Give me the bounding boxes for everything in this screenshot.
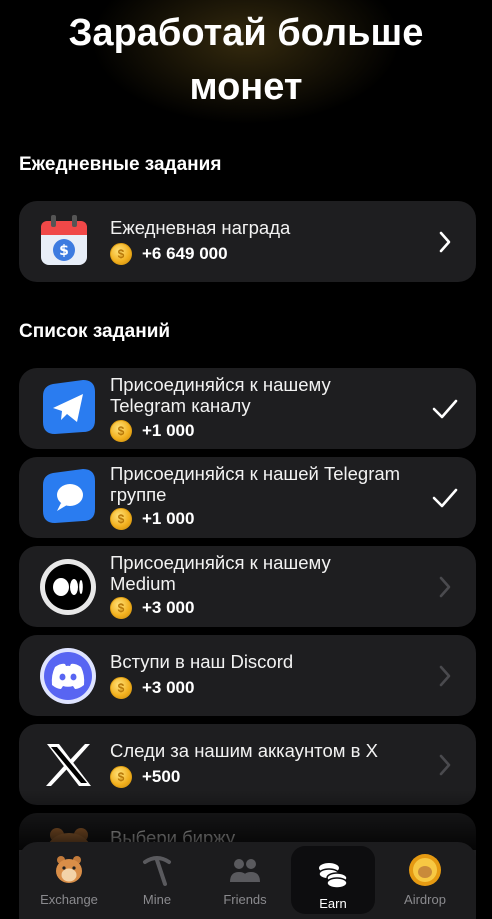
daily-reward-amount: $ +6 649 000 (110, 241, 228, 267)
pickaxe-icon (139, 852, 175, 888)
task-telegram-channel[interactable]: Присоединяйся к нашему Telegram каналу $… (19, 368, 476, 449)
task-title: Присоединяйся к нашему Telegram каналу (110, 374, 331, 416)
coin-icon: $ (110, 243, 132, 265)
task-reward: $ +3 000 (110, 595, 194, 621)
tasks-section-title: Список заданий (19, 321, 171, 342)
chevron-right-icon (430, 227, 460, 257)
task-reward: $ +1 000 (110, 506, 194, 532)
chevron-right-icon (430, 750, 460, 780)
checkmark-icon (430, 394, 460, 424)
coins-icon (315, 856, 351, 892)
daily-reward-card[interactable]: $ Ежедневная награда $ +6 649 000 (19, 201, 476, 282)
bottom-tab-bar: Exchange Mine Friends Earn Airdrop (19, 842, 476, 919)
medium-icon (37, 554, 103, 620)
calendar-dollar-icon: $ (37, 209, 103, 275)
daily-reward-title: Ежедневная награда (110, 217, 291, 238)
tab-airdrop[interactable]: Airdrop (383, 842, 467, 919)
x-icon (37, 732, 103, 798)
task-title: Присоединяйся к нашему Medium (110, 552, 331, 594)
page-title: Заработай больше монет (68, 12, 424, 108)
tab-earn[interactable]: Earn (291, 846, 375, 914)
coin-icon: $ (110, 766, 132, 788)
task-reward: $ +3 000 (110, 675, 194, 701)
airdrop-coin-icon (407, 852, 443, 888)
task-x[interactable]: Следи за нашим аккаунтом в X $ +500 (19, 724, 476, 805)
tab-exchange[interactable]: Exchange (27, 842, 111, 919)
checkmark-icon (430, 483, 460, 513)
daily-section-title: Ежедневные задания (19, 154, 222, 175)
task-medium[interactable]: Присоединяйся к нашему Medium $ +3 000 (19, 546, 476, 627)
task-title: Вступи в наш Discord (110, 651, 294, 672)
coin-icon: $ (110, 677, 132, 699)
task-reward: $ +500 (110, 764, 180, 790)
coin-icon: $ (110, 597, 132, 619)
task-reward: $ +1 000 (110, 418, 194, 444)
friends-icon (227, 852, 263, 888)
task-discord[interactable]: Вступи в наш Discord $ +3 000 (19, 635, 476, 716)
svg-text:$: $ (59, 243, 69, 259)
coin-icon: $ (110, 420, 132, 442)
discord-icon (37, 643, 103, 709)
telegram-group-icon (37, 465, 103, 531)
task-title: Присоединяйся к нашей Telegram группе (110, 463, 401, 505)
chevron-right-icon (430, 572, 460, 602)
task-title: Следи за нашим аккаунтом в X (110, 740, 378, 761)
hamster-icon (51, 852, 87, 888)
chevron-right-icon (430, 661, 460, 691)
task-telegram-group[interactable]: Присоединяйся к нашей Telegram группе $ … (19, 457, 476, 538)
tab-friends[interactable]: Friends (203, 842, 287, 919)
coin-icon: $ (110, 508, 132, 530)
telegram-channel-icon (37, 376, 103, 442)
tab-mine[interactable]: Mine (115, 842, 199, 919)
